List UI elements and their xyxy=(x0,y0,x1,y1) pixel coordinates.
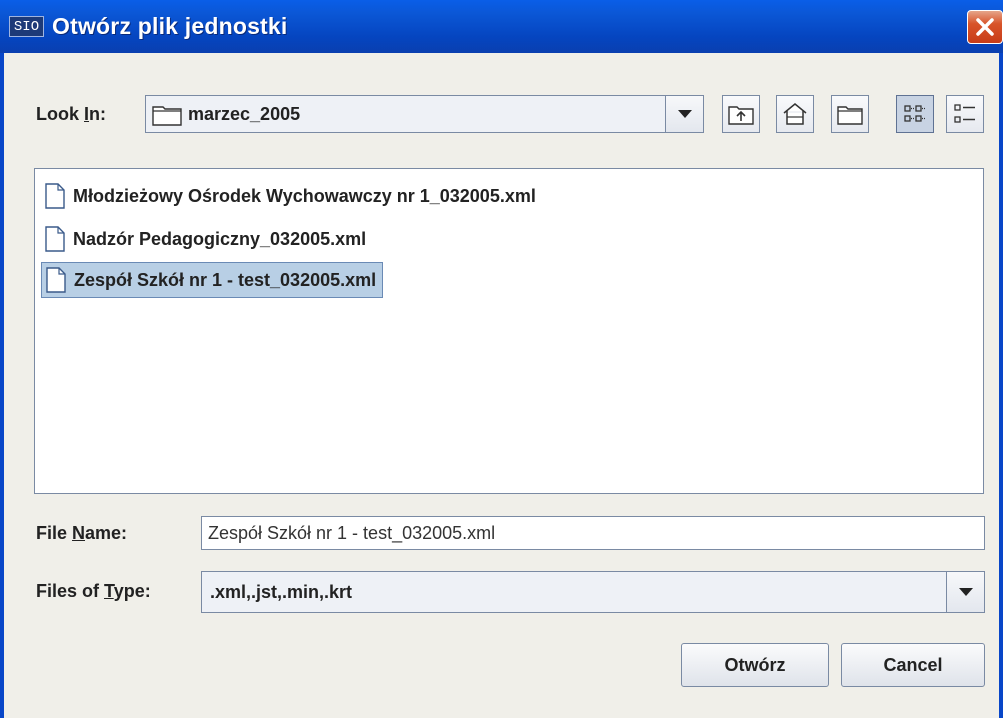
file-item-selected[interactable]: Zespół Szkół nr 1 - test_032005.xml xyxy=(41,262,384,298)
files-of-type-value: .xml,.jst,.min,.krt xyxy=(210,582,353,602)
files-of-type-combo[interactable]: .xml,.jst,.min,.krt xyxy=(201,571,985,613)
file-icon xyxy=(45,183,65,209)
folder-icon xyxy=(152,106,182,126)
file-item[interactable]: Nadzór Pedagogiczny_032005.xml xyxy=(41,221,372,257)
file-item[interactable]: Młodzieżowy Ośrodek Wychowawczy nr 1_032… xyxy=(41,178,542,214)
files-of-type-label: Files of Type: xyxy=(36,581,151,601)
window-frame-left xyxy=(0,53,4,718)
up-one-level-icon xyxy=(728,106,754,125)
file-icon xyxy=(46,267,66,293)
title-bar: SIO Otwórz plik jednostki xyxy=(0,0,1003,53)
file-name-label: Młodzieżowy Ośrodek Wychowawczy nr 1_032… xyxy=(73,185,536,206)
look-in-dropdown-button[interactable] xyxy=(665,96,703,132)
file-name-label: Nadzór Pedagogiczny_032005.xml xyxy=(73,228,367,249)
list-view-icon xyxy=(904,105,925,122)
up-one-level-button[interactable] xyxy=(722,95,760,133)
look-in-value: marzec_2005 xyxy=(188,104,301,124)
new-folder-icon xyxy=(837,106,863,125)
details-view-button[interactable] xyxy=(946,95,984,133)
close-icon xyxy=(976,18,994,36)
open-button[interactable]: Otwórz xyxy=(681,643,829,687)
cancel-button[interactable]: Cancel xyxy=(841,643,985,687)
file-icon xyxy=(45,226,65,252)
chevron-down-icon xyxy=(958,587,973,596)
file-name-label: Zespół Szkół nr 1 - test_032005.xml xyxy=(74,269,377,290)
home-icon xyxy=(783,103,807,125)
window-title: Otwórz plik jednostki xyxy=(52,13,288,39)
home-button[interactable] xyxy=(776,95,814,133)
list-view-button[interactable] xyxy=(896,95,934,133)
details-view-icon xyxy=(954,104,975,123)
window-frame-right xyxy=(999,53,1003,718)
file-name-input[interactable]: Zespół Szkół nr 1 - test_032005.xml xyxy=(201,516,985,550)
app-icon: SIO xyxy=(9,16,44,37)
chevron-down-icon xyxy=(677,109,692,118)
file-list[interactable]: Młodzieżowy Ośrodek Wychowawczy nr 1_032… xyxy=(34,168,984,494)
file-name-label: File Name: xyxy=(36,523,128,543)
close-button[interactable] xyxy=(967,10,1003,44)
new-folder-button[interactable] xyxy=(831,95,869,133)
look-in-label: Look In: xyxy=(36,104,107,124)
files-of-type-dropdown-button[interactable] xyxy=(946,572,984,612)
look-in-combo[interactable]: marzec_2005 xyxy=(145,95,704,133)
